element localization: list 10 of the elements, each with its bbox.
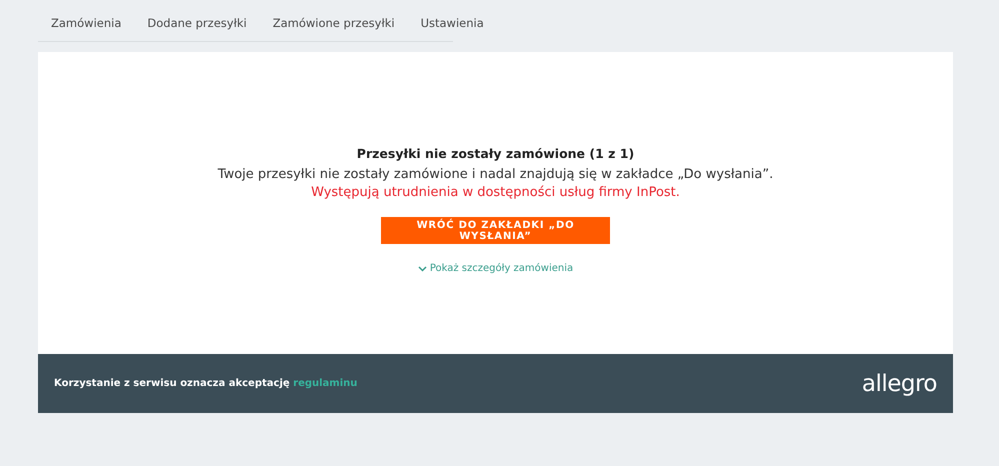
tab[interactable]: Dodane przesyłki xyxy=(134,12,260,41)
error-message: Występują utrudnienia w dostępności usług firmy InPost. xyxy=(311,185,680,200)
tab[interactable]: Zamówione przesyłki xyxy=(260,12,408,41)
message-title: Przesyłki nie zostały zamówione (1 z 1) xyxy=(356,146,634,161)
logo: allegro xyxy=(862,370,937,396)
tab[interactable]: Zamówienia xyxy=(38,12,134,41)
footer-text: Korzystanie z serwisu oznacza akceptację regulaminu xyxy=(54,378,358,389)
message-description: Twoje przesyłki nie zostały zamówione i nadal znajdują się w zakładce „Do wysłania”. xyxy=(218,167,774,182)
chevron-down-icon xyxy=(418,266,427,272)
tab[interactable]: Ustawienia xyxy=(408,12,497,41)
